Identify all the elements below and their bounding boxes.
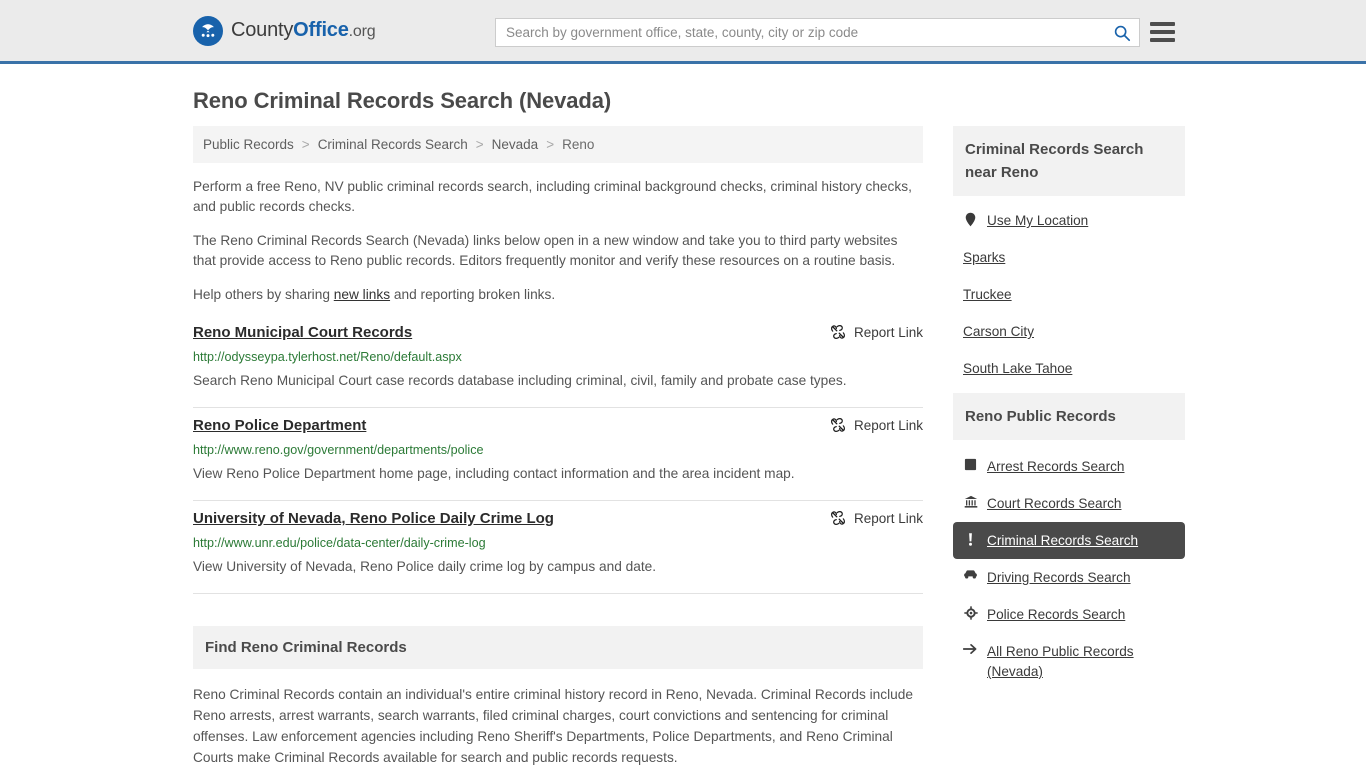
report-link-label: Report Link xyxy=(853,510,923,526)
site-logo[interactable]: CountyOffice.org xyxy=(193,15,376,46)
sidebar-item-label: Sparks xyxy=(963,250,1006,265)
exclamation-mark-icon xyxy=(963,531,978,547)
site-header: CountyOffice.org xyxy=(0,0,1366,64)
intro-paragraph-2: The Reno Criminal Records Search (Nevada… xyxy=(193,233,898,268)
result-description: View Reno Police Department home page, i… xyxy=(193,466,795,481)
result-description: Search Reno Municipal Court case records… xyxy=(193,373,847,388)
sidebar: Criminal Records Search near Reno Use My… xyxy=(953,126,1185,697)
new-links-link[interactable]: new links xyxy=(334,287,390,302)
sidebar-item-south-lake-tahoe[interactable]: South Lake Tahoe xyxy=(953,350,1185,387)
brand-text-office: Office xyxy=(293,19,349,41)
intro-text: Perform a free Reno, NV public criminal … xyxy=(193,177,923,305)
sidebar-nearby-list: Use My Location Sparks Truckee Carson Ci… xyxy=(953,196,1185,387)
report-link-label: Report Link xyxy=(853,417,923,433)
result-title-link[interactable]: Reno Police Department xyxy=(193,416,366,436)
hamburger-bar xyxy=(1150,30,1175,34)
page-title: Reno Criminal Records Search (Nevada) xyxy=(193,88,612,113)
brand-text-tld: .org xyxy=(348,23,376,40)
sidebar-item-label: Police Records Search xyxy=(987,607,1126,622)
result-url: http://odysseypa.tylerhost.net/Reno/defa… xyxy=(193,350,462,364)
sidebar-public-records-heading: Reno Public Records xyxy=(953,393,1185,440)
results-list: Reno Municipal Court Records Report Link xyxy=(193,323,923,594)
breadcrumb-item-nevada[interactable]: Nevada xyxy=(492,137,539,152)
sidebar-item-police-records-search[interactable]: Police Records Search xyxy=(953,596,1185,633)
intro-paragraph-3: Help others by sharing new links and rep… xyxy=(193,285,923,305)
find-records-section: Find Reno Criminal Records Reno Criminal… xyxy=(193,626,923,768)
broken-link-icon xyxy=(830,510,845,526)
sidebar-item-use-my-location[interactable]: Use My Location xyxy=(953,202,1185,239)
courthouse-icon xyxy=(963,494,978,509)
sidebar-item-label: Use My Location xyxy=(987,213,1089,228)
sidebar-item-sparks[interactable]: Sparks xyxy=(953,239,1185,276)
sidebar-item-label: Carson City xyxy=(963,324,1035,339)
broken-link-icon xyxy=(830,417,845,433)
result-header: University of Nevada, Reno Police Daily … xyxy=(193,509,923,529)
hamburger-bar xyxy=(1150,22,1175,26)
eagle-shield-logo-icon xyxy=(193,15,223,46)
brand-text-county: County xyxy=(231,19,294,41)
sidebar-item-label: Court Records Search xyxy=(987,496,1122,511)
find-records-paragraph: Reno Criminal Records contain an individ… xyxy=(193,687,914,765)
intro-paragraph-1: Perform a free Reno, NV public criminal … xyxy=(193,179,912,214)
brand-wordmark: CountyOffice.org xyxy=(231,19,376,42)
find-records-heading: Find Reno Criminal Records xyxy=(193,626,923,669)
breadcrumb: Public Records > Criminal Records Search… xyxy=(193,126,923,163)
intro-p3-before: Help others by sharing xyxy=(193,287,334,302)
search-input[interactable] xyxy=(496,19,1105,46)
car-icon xyxy=(963,568,978,580)
intro-p3-after: and reporting broken links. xyxy=(390,287,556,302)
content-columns: Public Records > Criminal Records Search… xyxy=(193,126,1185,768)
hamburger-menu-icon[interactable] xyxy=(1150,19,1175,45)
breadcrumb-item-criminal-records-search[interactable]: Criminal Records Search xyxy=(318,137,468,152)
search-button[interactable] xyxy=(1105,19,1139,46)
result-header: Reno Municipal Court Records Report Link xyxy=(193,323,923,343)
breadcrumb-separator: > xyxy=(301,137,310,152)
sidebar-item-label: Truckee xyxy=(963,287,1012,302)
result-item: Reno Police Department Report Link http:… xyxy=(193,408,923,501)
report-link-label: Report Link xyxy=(853,324,923,340)
search-bar[interactable] xyxy=(495,18,1140,47)
sidebar-item-label: South Lake Tahoe xyxy=(963,361,1073,376)
sidebar-nearby-card: Criminal Records Search near Reno Use My… xyxy=(953,126,1185,387)
breadcrumb-item-reno: Reno xyxy=(562,137,595,152)
sidebar-item-label: All Reno Public Records (Nevada) xyxy=(987,644,1134,679)
result-title-link[interactable]: Reno Municipal Court Records xyxy=(193,323,412,343)
sidebar-nearby-heading: Criminal Records Search near Reno xyxy=(953,126,1185,196)
fingerprint-square-icon xyxy=(963,457,978,471)
breadcrumb-separator: > xyxy=(475,137,484,152)
result-title-link[interactable]: University of Nevada, Reno Police Daily … xyxy=(193,509,554,529)
sidebar-item-carson-city[interactable]: Carson City xyxy=(953,313,1185,350)
search-icon xyxy=(1114,25,1131,41)
find-records-body: Reno Criminal Records contain an individ… xyxy=(193,684,923,768)
sidebar-item-arrest-records-search[interactable]: Arrest Records Search xyxy=(953,448,1185,485)
page-container: Reno Criminal Records Search (Nevada) Pu… xyxy=(0,88,1366,768)
sidebar-item-label: Criminal Records Search xyxy=(987,533,1139,548)
breadcrumb-separator: > xyxy=(546,137,555,152)
report-link-button[interactable]: Report Link xyxy=(830,509,923,526)
breadcrumb-item-public-records[interactable]: Public Records xyxy=(203,137,294,152)
hamburger-bar xyxy=(1150,38,1175,42)
sidebar-item-label: Arrest Records Search xyxy=(987,459,1125,474)
sidebar-item-criminal-records-search[interactable]: Criminal Records Search xyxy=(953,522,1185,559)
report-link-button[interactable]: Report Link xyxy=(830,416,923,433)
report-link-button[interactable]: Report Link xyxy=(830,323,923,340)
sidebar-public-records-card: Reno Public Records Arrest Records Searc… xyxy=(953,393,1185,691)
map-pin-icon xyxy=(963,211,978,227)
arrow-right-icon xyxy=(963,642,978,655)
sidebar-public-records-list: Arrest Records Search Court Records Sear… xyxy=(953,440,1185,691)
result-header: Reno Police Department Report Link xyxy=(193,416,923,436)
result-description: View University of Nevada, Reno Police d… xyxy=(193,559,657,574)
sidebar-item-truckee[interactable]: Truckee xyxy=(953,276,1185,313)
sidebar-item-all-reno-public-records[interactable]: All Reno Public Records (Nevada) xyxy=(953,633,1185,691)
sidebar-item-driving-records-search[interactable]: Driving Records Search xyxy=(953,559,1185,596)
broken-link-icon xyxy=(830,324,845,340)
result-url: http://www.reno.gov/government/departmen… xyxy=(193,443,484,457)
sidebar-item-label: Driving Records Search xyxy=(987,570,1131,585)
main-content: Public Records > Criminal Records Search… xyxy=(193,126,923,768)
police-badge-icon xyxy=(963,605,978,620)
result-url: http://www.unr.edu/police/data-center/da… xyxy=(193,536,486,550)
sidebar-item-court-records-search[interactable]: Court Records Search xyxy=(953,485,1185,522)
result-item: University of Nevada, Reno Police Daily … xyxy=(193,501,923,594)
result-item: Reno Municipal Court Records Report Link xyxy=(193,323,923,408)
